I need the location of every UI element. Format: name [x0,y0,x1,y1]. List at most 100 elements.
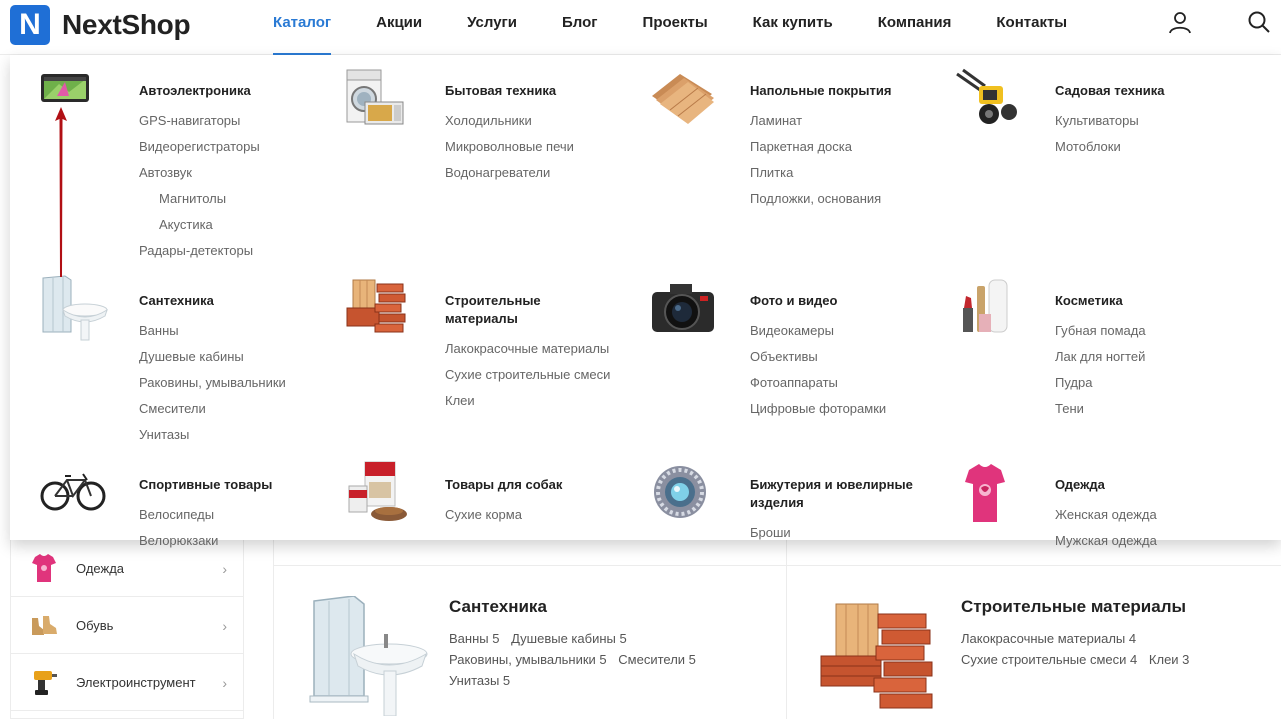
nav-item-company[interactable]: Компания [878,0,952,55]
category-link[interactable]: Пудра [1055,370,1146,396]
category-links: Холодильники Микроволновые печи Водонагр… [445,108,574,186]
category-sublink[interactable]: Акустика [139,212,260,238]
user-icon[interactable] [1168,10,1192,34]
category-links: Лакокрасочные материалы Сухие строительн… [445,336,610,414]
category-links: Женская одежда Мужская одежда [1055,502,1157,554]
category-title[interactable]: Косметика [1055,292,1225,310]
category-link[interactable]: Женская одежда [1055,502,1157,528]
category-link[interactable]: Паркетная доска [750,134,881,160]
nav-item-services[interactable]: Услуги [467,0,517,55]
category-link[interactable]: Клеи [445,388,610,414]
chevron-right-icon: › [222,618,227,634]
category-link[interactable]: Водонагреватели [445,160,574,186]
category-link[interactable]: Тени [1055,396,1146,422]
category-link[interactable]: Ванны [139,318,286,344]
category-title[interactable]: Автоэлектроника [139,82,309,100]
category-link[interactable]: Микроволновые печи [445,134,574,160]
nav-item-how-to-buy[interactable]: Как купить [753,0,833,55]
sidebar-item-label: Одежда [76,560,125,576]
nav-item-catalog[interactable]: Каталог [273,0,332,55]
category-link[interactable]: Душевые кабины [139,344,286,370]
category-link[interactable]: Унитазы [139,422,286,448]
nav-item-projects[interactable]: Проекты [643,0,708,55]
cosmetics-icon [955,274,1025,344]
catalog-sidebar: Одежда › Обувь › Электроинструмент › [10,540,244,719]
category-links: Сухие корма [445,502,522,528]
bricks-icon [345,274,415,344]
shoes-icon [29,610,59,640]
category-links: Культиваторы Мотоблоки [1055,108,1139,160]
category-link[interactable]: Раковины, умывальники [139,370,286,396]
category-link[interactable]: Мужская одежда [1055,528,1157,554]
category-link[interactable]: Мотоблоки [1055,134,1139,160]
cultivator-icon [955,64,1025,134]
logo[interactable]: N NextShop [10,5,191,45]
category-link[interactable]: Подложки, основания [750,186,881,212]
category-title[interactable]: Бижутерия и ювелирные изделия [750,476,920,512]
gps-navigator-icon [39,64,109,134]
category-link[interactable]: Броши [750,520,791,546]
card-link[interactable]: Смесители 5 [618,652,696,667]
nav-item-blog[interactable]: Блог [562,0,598,55]
category-links: GPS-навигаторы Видеорегистраторы Автозву… [139,108,260,264]
category-title[interactable]: Бытовая техника [445,82,615,100]
category-link[interactable]: Цифровые фоторамки [750,396,886,422]
shower-sink-icon [39,274,109,344]
category-links: Броши [750,520,791,546]
card-title[interactable]: Строительные материалы [961,597,1186,617]
card-link[interactable]: Сухие строительные смеси 4 [961,652,1137,667]
card-link[interactable]: Клеи 3 [1149,652,1190,667]
category-link[interactable]: GPS-навигаторы [139,108,260,134]
logo-text: NextShop [62,9,191,40]
category-link[interactable]: Ламинат [750,108,881,134]
card-link[interactable]: Унитазы 5 [449,673,510,688]
category-link[interactable]: Радары-детекторы [139,238,260,264]
category-link[interactable]: Велорюкзаки [139,528,218,554]
card-links: Ванны 5 Душевые кабины 5 Раковины, умыва… [449,628,769,691]
flooring-icon [650,64,720,134]
category-link[interactable]: Сухие корма [445,502,522,528]
card-link[interactable]: Душевые кабины 5 [511,631,627,646]
category-title[interactable]: Садовая техника [1055,82,1225,100]
category-title[interactable]: Фото и видео [750,292,920,310]
category-title[interactable]: Одежда [1055,476,1225,494]
category-links: Велосипеды Велорюкзаки [139,502,218,554]
sidebar-item-label: Электроинструмент [76,674,196,690]
category-title[interactable]: Сантехника [139,292,309,310]
category-link[interactable]: Губная помада [1055,318,1146,344]
search-icon[interactable] [1247,10,1271,34]
category-link[interactable]: Холодильники [445,108,574,134]
sidebar-item-label: Обувь [76,617,114,633]
category-link[interactable]: Лакокрасочные материалы [445,336,610,362]
card-title[interactable]: Сантехника [449,597,547,617]
category-link[interactable]: Культиваторы [1055,108,1139,134]
sidebar-item-power-tools[interactable]: Электроинструмент › [11,654,243,711]
card-link[interactable]: Раковины, умывальники 5 [449,652,607,667]
nav-item-contacts[interactable]: Контакты [996,0,1067,55]
category-link[interactable]: Фотоаппараты [750,370,886,396]
category-title[interactable]: Строительные материалы [445,292,615,328]
category-link[interactable]: Автозвук [139,160,260,186]
category-link[interactable]: Лак для ногтей [1055,344,1146,370]
category-link[interactable]: Плитка [750,160,881,186]
category-link[interactable]: Велосипеды [139,502,218,528]
brooch-icon [650,458,720,528]
category-link[interactable]: Смесители [139,396,286,422]
category-link[interactable]: Видеокамеры [750,318,886,344]
category-card-building-materials[interactable]: Строительные материалы Лакокрасочные мат… [786,566,1281,719]
card-link[interactable]: Лакокрасочные материалы 4 [961,631,1136,646]
card-link[interactable]: Ванны 5 [449,631,499,646]
nav-item-promotions[interactable]: Акции [376,0,422,55]
drill-icon [29,667,59,697]
category-link[interactable]: Видеорегистраторы [139,134,260,160]
category-link[interactable]: Сухие строительные смеси [445,362,610,388]
category-card-plumbing[interactable]: Сантехника Ванны 5 Душевые кабины 5 Рако… [274,566,786,719]
sidebar-item-shoes[interactable]: Обувь › [11,597,243,654]
category-title[interactable]: Напольные покрытия [750,82,920,100]
category-title[interactable]: Спортивные товары [139,476,309,494]
category-title[interactable]: Товары для собак [445,476,615,494]
category-link[interactable]: Объективы [750,344,886,370]
category-sublink[interactable]: Магнитолы [139,186,260,212]
category-links: Ламинат Паркетная доска Плитка Подложки,… [750,108,881,212]
card-links: Лакокрасочные материалы 4 Сухие строител… [961,628,1281,670]
